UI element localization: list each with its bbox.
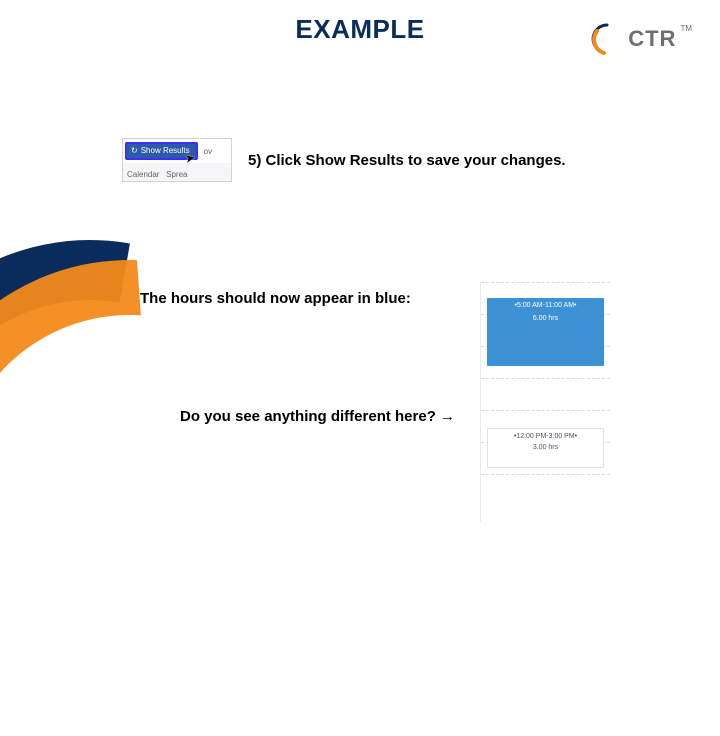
hours-blue-text: The hours should now appear in blue: xyxy=(140,290,411,307)
cursor-icon: ➤ xyxy=(184,150,196,166)
calendar-preview: •5:00 AM-11:00 AM• 6.00 hrs •12:00 PM-3:… xyxy=(480,282,610,522)
calendar-block-1-time: •5:00 AM-11:00 AM• xyxy=(489,301,602,310)
ctr-logo-mark xyxy=(590,22,624,56)
show-results-thumbnail: ↻ Show Results ov Calendar Sprea ➤ xyxy=(122,138,232,182)
ctr-logo-text: CTR xyxy=(628,26,676,52)
calendar-block-1-hours: 6.00 hrs xyxy=(489,314,602,323)
step-5-text: 5) Click Show Results to save your chang… xyxy=(248,152,566,169)
ctr-logo: CTR TM xyxy=(590,22,692,56)
thumb-bottom-text: Calendar Sprea xyxy=(127,170,188,179)
slide-header: EXAMPLE CTR TM xyxy=(0,14,720,45)
slide-swoosh-orange xyxy=(0,245,375,736)
step-5-row: ↻ Show Results ov Calendar Sprea ➤ 5) Cl… xyxy=(122,138,566,182)
slide-swoosh-orange-thin xyxy=(0,153,367,587)
reload-icon: ↻ xyxy=(131,142,138,160)
calendar-block-2-hours: 3.00 hrs xyxy=(490,443,601,452)
thumb-right-text: ov xyxy=(204,147,212,156)
question-text: Do you see anything different here? → xyxy=(180,408,455,425)
calendar-block-2: •12:00 PM-3:00 PM• 3.00 hrs xyxy=(487,428,604,468)
ctr-logo-tm: TM xyxy=(680,24,692,33)
calendar-block-2-time: •12:00 PM-3:00 PM• xyxy=(490,432,601,441)
show-results-label: Show Results xyxy=(141,142,190,160)
calendar-block-1: •5:00 AM-11:00 AM• 6.00 hrs xyxy=(487,298,604,366)
